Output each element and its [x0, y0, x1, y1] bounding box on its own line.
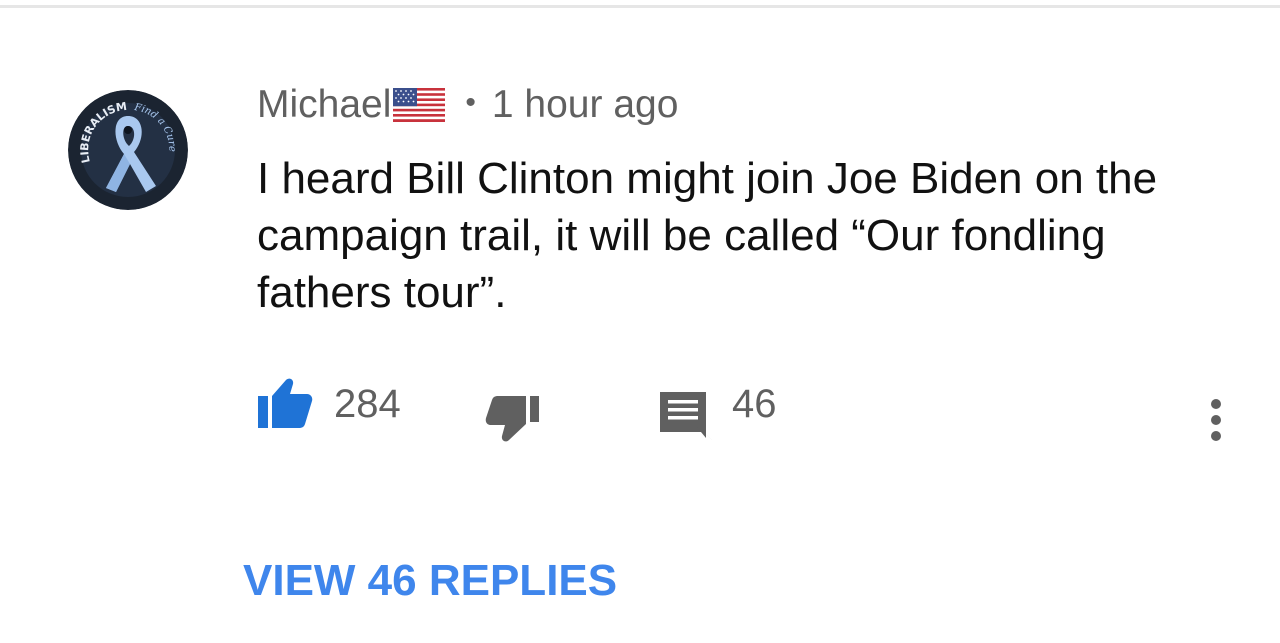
avatar[interactable]: LIBERALISM Find a Cure	[68, 90, 188, 210]
awareness-ribbon-avatar-icon: LIBERALISM Find a Cure	[68, 90, 188, 210]
like-button[interactable]	[254, 376, 314, 430]
more-vertical-icon	[1211, 399, 1221, 441]
author-name[interactable]: Michael	[257, 83, 391, 127]
header-separator: •	[465, 86, 476, 119]
reply-button[interactable]	[656, 388, 712, 442]
view-replies-button[interactable]: VIEW 46 REPLIES	[243, 556, 617, 606]
thumbs-down-icon	[485, 396, 539, 442]
comment-actions: 284 46	[0, 372, 1280, 452]
dislike-button[interactable]	[484, 392, 542, 446]
like-count: 284	[334, 382, 401, 426]
reply-count: 46	[732, 382, 777, 426]
us-flag-icon	[393, 88, 446, 122]
comment-text: I heard Bill Clinton might join Joe Bide…	[257, 154, 1158, 317]
top-divider	[0, 5, 1280, 8]
comment-header: Michael • 1 hour ago	[257, 82, 678, 128]
comment-timestamp[interactable]: 1 hour ago	[492, 83, 679, 127]
comment-icon	[660, 392, 712, 440]
more-options-button[interactable]	[1202, 384, 1230, 448]
thumbs-up-icon	[258, 378, 313, 428]
